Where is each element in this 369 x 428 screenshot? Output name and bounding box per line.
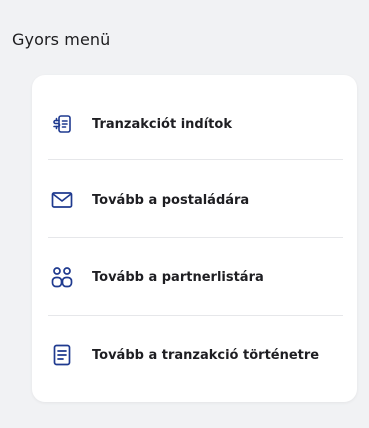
partner-list-label: Tovább a partnerlistára <box>92 269 264 285</box>
transfer-receipt-icon <box>50 112 74 136</box>
section-title: Gyors menü <box>12 30 111 49</box>
start-transaction-label: Tranzakciót indítok <box>92 116 232 132</box>
mail-envelope-icon <box>50 188 74 212</box>
transaction-history-label: Tovább a tranzakció történetre <box>92 347 320 363</box>
transaction-history-item[interactable]: Tovább a tranzakció történetre <box>32 316 357 394</box>
partner-list-item[interactable]: Tovább a partnerlistára <box>32 238 357 316</box>
divider <box>48 159 343 160</box>
start-transaction-item[interactable]: Tranzakciót indítok <box>32 85 357 163</box>
mailbox-label: Tovább a postaládára <box>92 192 250 208</box>
document-list-icon <box>50 343 74 367</box>
mailbox-item[interactable]: Tovább a postaládára <box>32 161 357 239</box>
contacts-people-icon <box>50 265 74 289</box>
quick-menu-card: Tranzakciót indítok Tovább a postaládára… <box>32 75 357 402</box>
